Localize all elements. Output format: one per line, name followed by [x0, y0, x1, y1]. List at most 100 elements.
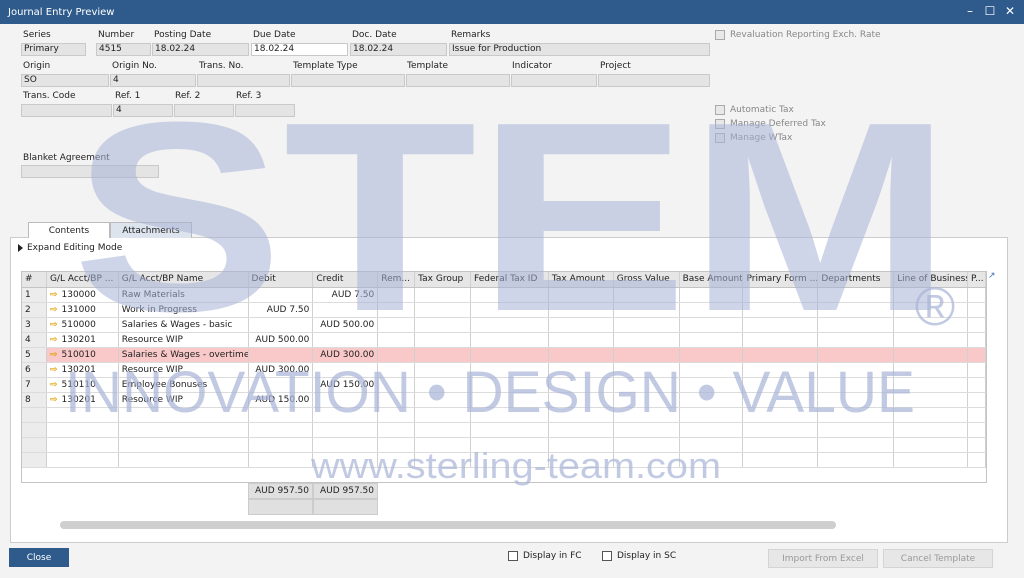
table-cell[interactable] — [679, 348, 744, 362]
table-cell[interactable] — [894, 348, 969, 362]
template-field[interactable] — [406, 74, 510, 87]
credit-cell[interactable] — [313, 303, 379, 317]
table-cell[interactable] — [680, 423, 744, 437]
table-cell[interactable] — [415, 408, 472, 422]
table-cell[interactable] — [680, 393, 744, 407]
table-cell[interactable] — [378, 393, 416, 407]
row-number[interactable] — [22, 408, 47, 422]
credit-cell[interactable] — [313, 393, 379, 407]
table-cell[interactable] — [680, 378, 744, 392]
table-cell[interactable] — [614, 378, 680, 392]
table-row[interactable]: 7 ⇨ 510110 Employee Bonuses AUD 150.00 — [22, 378, 986, 393]
table-cell[interactable] — [471, 348, 549, 362]
table-cell[interactable] — [471, 438, 549, 452]
table-cell[interactable] — [415, 438, 472, 452]
table-cell[interactable] — [680, 453, 744, 467]
table-cell[interactable] — [549, 408, 614, 422]
table-cell[interactable] — [47, 408, 119, 422]
table-cell[interactable] — [549, 453, 614, 467]
table-row[interactable] — [22, 453, 986, 468]
col-header[interactable]: G/L Acct/BP Name — [119, 272, 249, 287]
display-fc-checkbox[interactable]: Display in FC — [508, 551, 582, 561]
table-cell[interactable] — [471, 423, 549, 437]
link-arrow-icon[interactable]: ⇨ — [50, 335, 58, 345]
ref1-field[interactable]: 4 — [113, 104, 173, 117]
table-row[interactable] — [22, 438, 986, 453]
table-cell[interactable] — [249, 423, 314, 437]
link-arrow-icon[interactable]: ⇨ — [50, 290, 58, 300]
table-cell[interactable] — [894, 378, 969, 392]
credit-cell[interactable]: AUD 150.00 — [313, 378, 379, 392]
table-cell[interactable] — [471, 288, 549, 302]
table-cell[interactable] — [743, 303, 819, 317]
col-header[interactable]: Federal Tax ID — [471, 272, 549, 287]
account-name-cell[interactable]: Salaries & Wages - basic — [119, 318, 249, 332]
col-header[interactable]: Primary Form ... — [743, 272, 819, 287]
table-cell[interactable] — [378, 378, 416, 392]
account-name-cell[interactable]: Resource WIP — [119, 393, 249, 407]
table-cell[interactable] — [613, 348, 680, 362]
table-cell[interactable] — [680, 303, 744, 317]
col-header[interactable]: P... — [968, 272, 986, 287]
origin-no-field[interactable]: 4 — [110, 74, 196, 87]
link-arrow-icon[interactable]: ⇨ — [50, 380, 58, 390]
table-cell[interactable] — [743, 423, 819, 437]
account-code-cell[interactable]: ⇨ 130201 — [47, 393, 119, 407]
posting-date-field[interactable]: 18.02.24 — [152, 43, 249, 56]
table-cell[interactable] — [968, 363, 986, 377]
debit-cell[interactable]: AUD 150.00 — [249, 393, 314, 407]
maximize-icon[interactable]: ☐ — [982, 3, 998, 19]
table-cell[interactable] — [415, 303, 472, 317]
col-header[interactable]: Rem... — [378, 272, 416, 287]
table-cell[interactable] — [471, 333, 549, 347]
credit-cell[interactable] — [313, 363, 379, 377]
table-cell[interactable] — [415, 378, 472, 392]
table-cell[interactable] — [614, 423, 680, 437]
col-header[interactable]: Credit — [313, 272, 379, 287]
indicator-field[interactable] — [511, 74, 597, 87]
table-cell[interactable] — [743, 408, 819, 422]
import-from-excel-button[interactable]: Import From Excel — [768, 549, 878, 568]
expand-arrow-icon[interactable]: ↗ — [988, 271, 996, 281]
table-cell[interactable] — [47, 423, 119, 437]
row-number[interactable] — [22, 423, 47, 437]
debit-cell[interactable] — [249, 318, 314, 332]
debit-cell[interactable]: AUD 300.00 — [249, 363, 314, 377]
table-row[interactable]: 4 ⇨ 130201 Resource WIP AUD 500.00 — [22, 333, 986, 348]
table-cell[interactable] — [47, 438, 119, 452]
table-cell[interactable] — [894, 288, 969, 302]
table-cell[interactable] — [549, 438, 614, 452]
account-code-cell[interactable]: ⇨ 510110 — [47, 378, 119, 392]
table-cell[interactable] — [249, 408, 314, 422]
account-name-cell[interactable]: Employee Bonuses — [119, 378, 249, 392]
col-header[interactable]: Line of Business — [894, 272, 969, 287]
table-cell[interactable] — [818, 453, 895, 467]
account-code-cell[interactable]: ⇨ 510010 — [46, 348, 119, 362]
link-arrow-icon[interactable]: ⇨ — [50, 350, 58, 360]
table-cell[interactable] — [549, 288, 614, 302]
debit-cell[interactable] — [249, 378, 314, 392]
project-field[interactable] — [598, 74, 710, 87]
debit-cell[interactable]: AUD 500.00 — [249, 333, 314, 347]
table-cell[interactable] — [378, 453, 416, 467]
table-cell[interactable] — [894, 408, 969, 422]
table-cell[interactable] — [968, 318, 986, 332]
table-cell[interactable] — [968, 438, 986, 452]
table-cell[interactable] — [471, 393, 549, 407]
close-icon[interactable]: ✕ — [1002, 3, 1018, 19]
table-cell[interactable] — [818, 333, 895, 347]
table-cell[interactable] — [614, 318, 680, 332]
blanket-agreement-field[interactable] — [21, 165, 159, 178]
account-name-cell[interactable]: Salaries & Wages - overtime — [118, 348, 249, 362]
table-cell[interactable] — [415, 348, 472, 362]
table-cell[interactable] — [471, 453, 549, 467]
doc-date-field[interactable]: 18.02.24 — [350, 43, 447, 56]
table-cell[interactable] — [471, 378, 549, 392]
table-cell[interactable] — [249, 438, 314, 452]
table-cell[interactable] — [743, 318, 819, 332]
table-cell[interactable] — [549, 423, 614, 437]
table-cell[interactable] — [378, 318, 416, 332]
table-cell[interactable] — [680, 438, 744, 452]
col-header[interactable]: # — [22, 272, 47, 287]
table-row[interactable]: 1 ⇨ 130000 Raw Materials AUD 7.50 — [22, 288, 986, 303]
